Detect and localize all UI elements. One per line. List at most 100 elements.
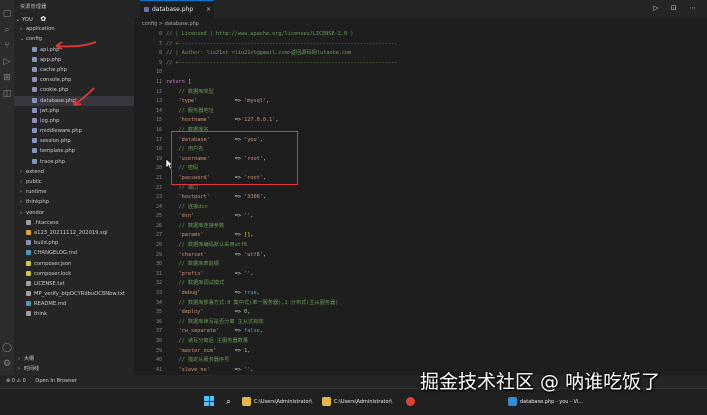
taskbar-explorer-1[interactable]: C:\Users\Administrator\: [242, 393, 312, 411]
file-item[interactable]: log.php: [14, 116, 134, 126]
editor-actions[interactable]: ▷ ⊡ ⋯: [653, 4, 701, 12]
problems-indicator[interactable]: ⊗ 0 ⚠ 0: [6, 378, 26, 384]
file-item[interactable]: cookie.php: [14, 85, 134, 95]
tab-database-php[interactable]: database.php ×: [140, 0, 214, 18]
file-item[interactable]: cache.php: [14, 65, 134, 75]
code-token: =>: [203, 232, 245, 239]
root-label: YOU: [22, 17, 33, 23]
file-item[interactable]: console.php: [14, 75, 134, 85]
search-icon[interactable]: ⌕: [0, 22, 14, 38]
file-item[interactable]: MP_verify_btpDCYRdbuOC8Nbw.txt: [14, 289, 134, 299]
file-item[interactable]: template.php: [14, 146, 134, 156]
line-number: 6: [158, 31, 162, 37]
file-item[interactable]: app.php: [14, 55, 134, 65]
files-icon[interactable]: ▢: [0, 6, 14, 22]
folder-item[interactable]: ⌄ config: [14, 34, 134, 44]
code-line: // 数据库读写是否分离 主从式有效: [166, 318, 397, 328]
tree-item-label: template.php: [40, 148, 75, 155]
code-line: 'charset' => 'utf8',: [166, 251, 397, 261]
outline-panel[interactable]: › 大纲: [14, 354, 134, 364]
explorer-root[interactable]: ⌄ YOU ✿: [14, 14, 134, 24]
file-item[interactable]: composer.lock: [14, 269, 134, 279]
code-line: // 数据库类型: [166, 88, 397, 98]
code-token: ,: [262, 194, 266, 201]
tree-item-label: runtime: [26, 189, 47, 196]
tree-item-label: trace.php: [40, 158, 65, 165]
outline-label: 大纲: [24, 355, 35, 362]
code-token: 'database': [178, 136, 210, 143]
timeline-label: 时间线: [24, 365, 40, 372]
file-item[interactable]: LICENSE.txt: [14, 279, 134, 289]
txt-file-icon: [26, 291, 31, 297]
taskbar-explorer-2[interactable]: C:\Users\Administrator\: [322, 393, 392, 411]
line-number: 26: [155, 222, 162, 229]
file-item[interactable]: build.php: [14, 238, 134, 248]
tab-label: database.php: [152, 6, 194, 13]
php-file-icon: [32, 107, 37, 113]
folder-item[interactable]: › thinkphp: [14, 197, 134, 207]
folder-item[interactable]: › public: [14, 177, 134, 187]
taskbar-label: C:\Users\Administrator\: [254, 399, 313, 405]
file-item[interactable]: CHANGELOG.md: [14, 248, 134, 258]
file-item[interactable]: api.php: [14, 45, 134, 55]
tree-item-label: config: [26, 36, 42, 43]
file-item[interactable]: a123_20211112_202019.sql: [14, 228, 134, 238]
file-item[interactable]: .htaccess: [14, 218, 134, 228]
code-token: // 数据库名: [166, 126, 209, 133]
file-item[interactable]: jwt.php: [14, 106, 134, 116]
run-debug-icon[interactable]: ▷: [0, 54, 14, 70]
extensions-icon[interactable]: ⊞: [0, 70, 14, 86]
file-file-icon: [26, 311, 31, 317]
code-token: 'params': [178, 232, 204, 239]
code-token: 'slave_no': [178, 366, 210, 373]
settings-icon[interactable]: ⚙: [0, 356, 14, 372]
taskbar-search-icon[interactable]: ⌕: [226, 393, 231, 411]
file-item[interactable]: think: [14, 309, 134, 319]
file-item[interactable]: README.md: [14, 299, 134, 309]
line-number: 25: [155, 213, 162, 220]
tree-item-label: composer.json: [34, 260, 72, 267]
tree-item-label: extend: [26, 168, 44, 175]
remote-icon[interactable]: ◫: [0, 86, 14, 102]
code-view[interactable]: // | Licensed ( http://www.apache.org/li…: [166, 30, 397, 404]
windows-start-icon[interactable]: [204, 396, 214, 406]
line-number: 37: [155, 328, 162, 335]
file-item[interactable]: trace.php: [14, 157, 134, 167]
code-token: =>: [197, 98, 245, 105]
taskbar-vscode[interactable]: database.php - you - Vi...: [508, 393, 583, 411]
file-item[interactable]: database.php: [14, 95, 134, 106]
folder-item[interactable]: › runtime: [14, 187, 134, 197]
tree-item-label: console.php: [40, 77, 72, 84]
file-tree: › application ⌄ config api.php app.php cache.p…: [14, 24, 134, 319]
close-icon[interactable]: ×: [206, 1, 211, 18]
folder-item[interactable]: › application: [14, 24, 134, 34]
gear-icon[interactable]: ✿: [40, 15, 46, 23]
taskbar-label: C:\Users\Administrator\: [334, 399, 393, 405]
php-file-icon: [32, 56, 37, 62]
file-item[interactable]: middleware.php: [14, 126, 134, 136]
folder-item[interactable]: › extend: [14, 167, 134, 177]
folder-icon: [242, 397, 251, 406]
file-item[interactable]: composer.json: [14, 259, 134, 269]
taskbar-chrome[interactable]: [406, 393, 418, 411]
code-token: // +------------------------------------…: [166, 40, 398, 47]
taskbar-label: database.php - you - Vi...: [520, 399, 583, 405]
code-line: // +------------------------------------…: [166, 40, 397, 50]
timeline-panel[interactable]: › 时间线: [14, 364, 134, 374]
txt-file-icon: [26, 280, 31, 286]
breadcrumb[interactable]: config > database.php: [134, 18, 707, 30]
source-control-icon[interactable]: ⑂: [0, 38, 14, 54]
folder-item[interactable]: › vendor: [14, 208, 134, 218]
code-line: 'slave_no' => '',: [166, 366, 397, 376]
open-in-browser-button[interactable]: Open In Browser: [35, 378, 76, 384]
code-token: '3306': [244, 194, 263, 201]
account-icon[interactable]: ◯: [0, 340, 14, 356]
code-line: // 数据库连接参数: [166, 222, 397, 232]
file-item[interactable]: session.php: [14, 136, 134, 146]
code-token: ,: [250, 270, 254, 277]
